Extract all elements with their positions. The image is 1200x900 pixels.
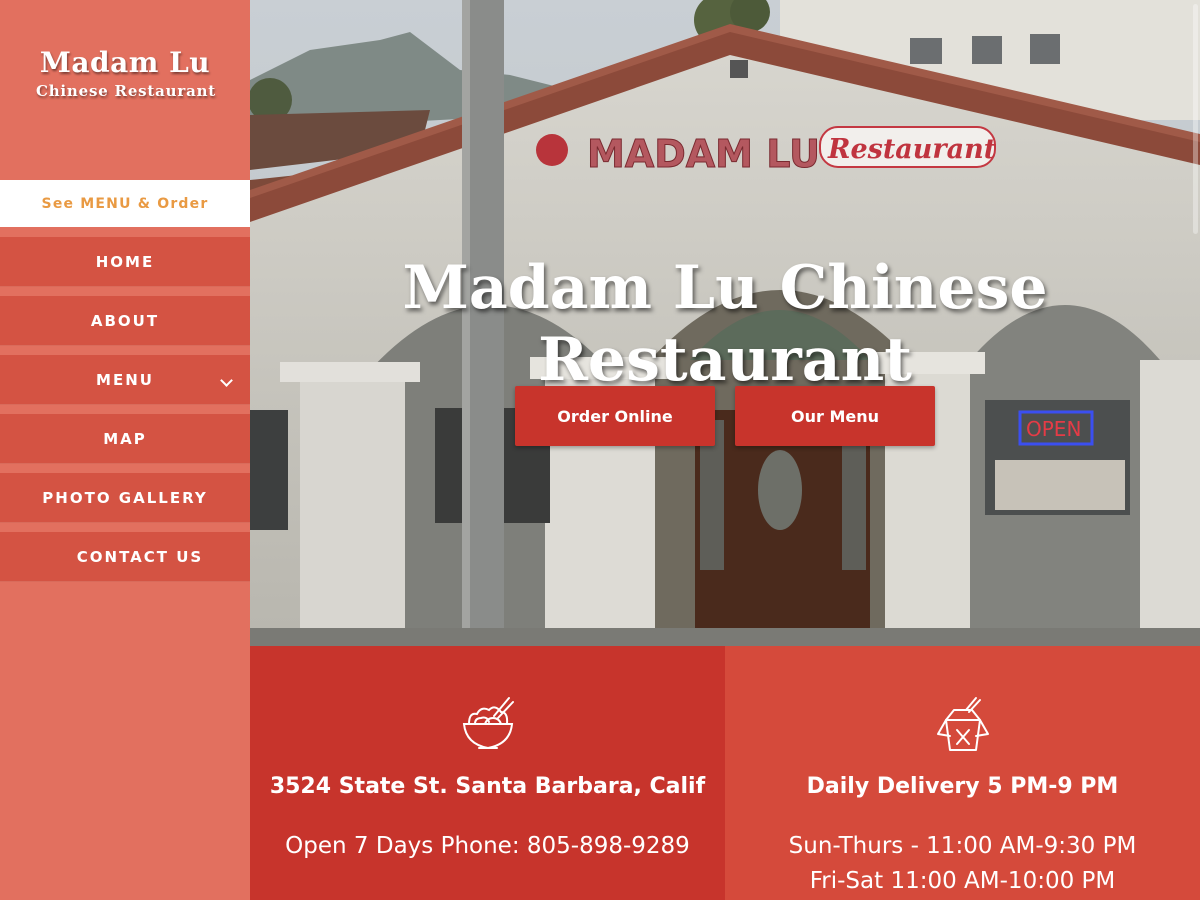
hero-title: Madam Lu Chinese Restaurant	[402, 253, 1048, 396]
nav-item-label: PHOTO GALLERY	[42, 488, 208, 507]
nav-item-map[interactable]: MAP	[0, 414, 250, 463]
brand-logo[interactable]: Madam Lu Chinese Restaurant	[0, 44, 250, 100]
nav-item-label: CONTACT US	[76, 547, 204, 566]
takeout-box-icon	[936, 697, 989, 751]
sign-madam-lu: MADAM LU	[587, 132, 820, 176]
nav-item-about[interactable]: ABOUT	[0, 296, 250, 345]
hours-text: Sun-Thurs - 11:00 AM-9:30 PM Fri-Sat 11:…	[725, 829, 1200, 899]
order-online-button[interactable]: Order Online	[515, 386, 715, 446]
nav-item-label: ABOUT	[90, 311, 160, 330]
main-nav: HOME ABOUT MENU MAP PHOTO GALLERY CONTAC…	[0, 237, 250, 591]
hours-panel: Daily Delivery 5 PM-9 PM Sun-Thurs - 11:…	[725, 646, 1200, 900]
our-menu-button[interactable]: Our Menu	[735, 386, 935, 446]
sign-restaurant: Restaurant	[827, 134, 997, 165]
hours-weekday: Sun-Thurs - 11:00 AM-9:30 PM	[788, 833, 1137, 859]
scrollbar[interactable]	[1193, 4, 1198, 234]
nav-item-home[interactable]: HOME	[0, 237, 250, 286]
open-sign: OPEN	[1026, 417, 1081, 441]
nav-item-menu[interactable]: MENU	[0, 355, 250, 404]
nav-item-label: MAP	[103, 429, 147, 448]
nav-item-label: MENU	[96, 370, 154, 389]
brand-subtitle[interactable]: Chinese Restaurant	[2, 82, 250, 100]
brand-name[interactable]: Madam Lu	[0, 44, 250, 82]
address-heading: 3524 State St. Santa Barbara, Calif	[269, 774, 706, 799]
location-panel: 3524 State St. Santa Barbara, Calif Open…	[250, 646, 725, 900]
see-menu-order-link[interactable]: See MENU & Order	[0, 180, 250, 227]
hours-weekend: Fri-Sat 11:00 AM-10:00 PM	[809, 868, 1116, 894]
nav-item-photo-gallery[interactable]: PHOTO GALLERY	[0, 473, 250, 522]
phone-line: Open 7 Days Phone: 805-898-9289	[285, 833, 690, 859]
chevron-down-icon[interactable]	[220, 374, 233, 387]
noodle-bowl-icon	[462, 697, 514, 750]
nav-item-contact-us[interactable]: CONTACT US	[0, 532, 250, 581]
delivery-heading: Daily Delivery 5 PM-9 PM	[806, 774, 1119, 799]
sidebar: Madam Lu Chinese Restaurant See MENU & O…	[0, 0, 250, 900]
nav-item-label: HOME	[95, 252, 155, 271]
hero-banner: MADAM LU Restaurant OPEN Madam Lu Chines…	[250, 0, 1200, 646]
